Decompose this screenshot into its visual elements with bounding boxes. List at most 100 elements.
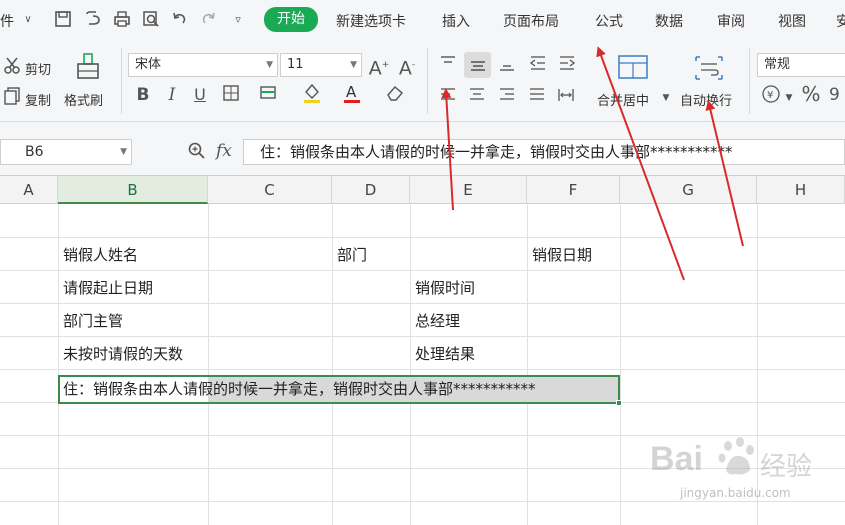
paw-icon [718, 437, 754, 475]
wrap-text-button[interactable]: 自动换行 [680, 90, 732, 109]
ribbon: 剪切 复制 格式刷 宋体 ▼ 11 ▼ A+ A- B I U A 合并居中 ▼… [0, 40, 845, 122]
cell-f2[interactable]: 销假日期 [532, 239, 592, 272]
font-name-value: 宋体 [135, 57, 162, 72]
file-menu[interactable]: 件 [0, 11, 14, 31]
baidu-watermark: Bai 经验 jingyan.baidu.com [650, 428, 840, 518]
export-icon[interactable] [83, 10, 103, 30]
border-icon[interactable] [220, 84, 242, 106]
justify-icon[interactable] [526, 86, 548, 108]
column-header-h[interactable]: H [757, 176, 845, 204]
cell-b2[interactable]: 销假人姓名 [63, 239, 138, 272]
chevron-down-icon: ▼ [350, 60, 357, 70]
underline-icon[interactable]: U [189, 84, 211, 106]
align-top-icon[interactable] [437, 54, 459, 76]
cell-b3[interactable]: 请假起止日期 [63, 272, 153, 305]
cell-reference: B6 [25, 144, 44, 160]
gridline [0, 237, 845, 238]
wrap-icon[interactable] [692, 54, 726, 84]
tab-view[interactable]: 视图 [778, 11, 806, 31]
zoom-icon[interactable] [186, 141, 208, 163]
tab-page-layout[interactable]: 页面布局 [503, 11, 559, 31]
divider [427, 48, 428, 114]
chevron-down-icon[interactable]: ∨ [18, 10, 38, 30]
gridline [620, 204, 621, 525]
distribute-icon[interactable] [555, 86, 577, 108]
gridline [58, 204, 59, 525]
increase-font-icon[interactable]: A+ [368, 54, 390, 79]
column-header-c[interactable]: C [208, 176, 332, 204]
cell-e5[interactable]: 处理结果 [415, 338, 475, 371]
column-header-d[interactable]: D [332, 176, 410, 204]
print-preview-icon[interactable] [141, 10, 161, 30]
undo-icon[interactable] [170, 10, 190, 30]
tab-new[interactable]: 新建选项卡 [336, 11, 406, 31]
number-format-select[interactable]: 常规 [757, 53, 845, 77]
column-header-b[interactable]: B [58, 176, 208, 204]
column-header-g[interactable]: G [620, 176, 757, 204]
cell-e4[interactable]: 总经理 [415, 305, 460, 338]
redo-icon[interactable] [198, 10, 218, 30]
align-center-icon[interactable] [466, 86, 488, 108]
tab-data[interactable]: 数据 [655, 11, 683, 31]
cell-style-icon[interactable] [258, 84, 280, 106]
svg-text:¥: ¥ [767, 90, 773, 101]
cell-d2[interactable]: 部门 [337, 239, 367, 272]
tab-more[interactable]: 安 [836, 11, 845, 31]
watermark-brand-cn: 经验 [760, 452, 813, 482]
divider [749, 48, 750, 114]
tab-formulas[interactable]: 公式 [595, 11, 623, 31]
cell-b5[interactable]: 未按时请假的天数 [63, 338, 183, 371]
percent-icon[interactable]: % [800, 83, 822, 105]
eraser-icon[interactable] [384, 84, 406, 106]
tab-home[interactable]: 开始 [264, 7, 318, 32]
tab-insert[interactable]: 插入 [442, 11, 470, 31]
customize-toolbar-icon[interactable]: ▿ [228, 10, 248, 30]
cell-e3[interactable]: 销假时间 [415, 272, 475, 305]
tab-review[interactable]: 审阅 [717, 11, 745, 31]
align-bottom-icon[interactable] [496, 54, 518, 76]
column-header-f[interactable]: F [527, 176, 620, 204]
copy-button[interactable]: 复制 [25, 90, 51, 109]
print-icon[interactable] [112, 10, 132, 30]
italic-icon[interactable]: I [161, 84, 183, 106]
scissors-icon[interactable] [2, 56, 24, 78]
font-size-select[interactable]: 11 ▼ [280, 53, 362, 77]
decrease-font-icon[interactable]: A- [396, 54, 418, 79]
cell-b6[interactable]: 住：销假条由本人请假的时候一并拿走，销假时交由人事部*********** [63, 373, 536, 406]
column-header-a[interactable]: A [0, 176, 58, 204]
fill-handle[interactable] [616, 400, 622, 406]
copy-icon[interactable] [2, 86, 24, 108]
chevron-down-icon[interactable]: ▼ [784, 91, 794, 105]
align-middle-icon[interactable] [464, 52, 491, 78]
merge-center-button[interactable]: 合并居中 [597, 90, 649, 109]
formula-input[interactable]: 住：销假条由本人请假的时候一并拿走，销假时交由人事部*********** [243, 139, 845, 165]
currency-icon[interactable]: ¥ [760, 84, 782, 106]
comma-style-icon[interactable]: 9 [826, 83, 845, 105]
cut-button[interactable]: 剪切 [25, 59, 51, 78]
fill-color-icon[interactable] [301, 82, 323, 104]
chevron-down-icon[interactable]: ▼ [661, 91, 671, 105]
indent-icon[interactable] [556, 54, 578, 76]
divider [121, 48, 122, 114]
font-color-icon[interactable]: A [341, 82, 363, 104]
fx-label[interactable]: fx [216, 141, 232, 161]
cell-b4[interactable]: 部门主管 [63, 305, 123, 338]
menu-bar: 件 ∨ ▿ 开始 新建选项卡 插入 页面布局 公式 数据 审阅 视图 安 [0, 0, 845, 40]
font-size-value: 11 [287, 57, 304, 72]
name-box[interactable]: B6 ▼ [0, 139, 132, 165]
column-header-e[interactable]: E [410, 176, 527, 204]
chevron-down-icon[interactable]: ▼ [120, 140, 127, 164]
align-left-icon[interactable] [437, 86, 459, 108]
number-format-value: 常规 [764, 57, 791, 72]
bold-icon[interactable]: B [132, 84, 154, 106]
font-name-select[interactable]: 宋体 ▼ [128, 53, 278, 77]
merge-icon[interactable] [616, 54, 650, 84]
align-right-icon[interactable] [496, 86, 518, 108]
gridline [527, 204, 528, 525]
format-painter-button[interactable]: 格式刷 [64, 90, 103, 109]
outdent-icon[interactable] [527, 54, 549, 76]
watermark-url: jingyan.baidu.com [680, 486, 791, 500]
brush-icon[interactable] [73, 52, 103, 82]
save-icon[interactable] [53, 10, 73, 30]
gridline [410, 204, 411, 525]
